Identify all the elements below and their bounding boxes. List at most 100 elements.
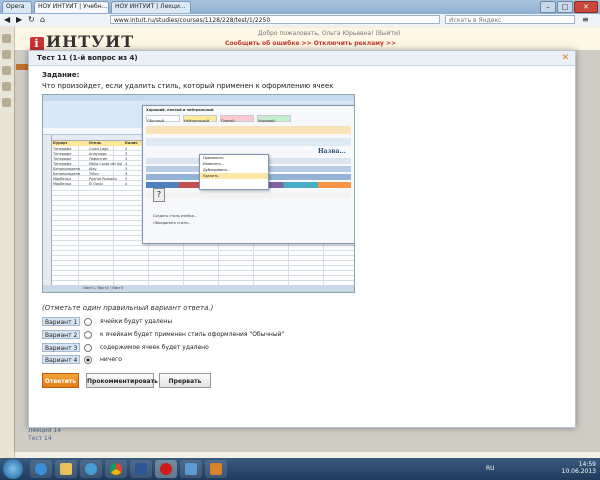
answer-badge: Вариант 4: [42, 355, 80, 364]
tab-label: Opera: [6, 3, 25, 10]
opera-icon: [160, 463, 172, 475]
excel-cell: 4: [125, 182, 128, 186]
swatch-label: Нейтральный: [184, 119, 210, 123]
excel-cell: Puente Romano: [89, 177, 117, 181]
excel-cell: Costa Lago: [89, 147, 109, 151]
style-swatch: Обычный: [146, 115, 180, 123]
panel-title: Хороший, плохой и нейтральный: [146, 108, 214, 112]
excel-cell: Бенальмадена: [53, 167, 81, 171]
excel-cell: 5: [125, 177, 128, 181]
excel-header-cell: Курорт: [53, 141, 68, 145]
number-format-row: [146, 192, 351, 198]
answer-option-2[interactable]: Вариант 2 к ячейкам будет применен стиль …: [42, 330, 284, 339]
close-icon[interactable]: ✕: [561, 53, 569, 63]
swatch-label: Хороший: [258, 119, 275, 123]
comment-button[interactable]: Прокомментировать: [86, 373, 158, 388]
excel-cell: Triton: [89, 172, 99, 176]
taskbar: RU 14:59 10.06.2013: [0, 458, 600, 480]
excel-cell: 3: [125, 152, 128, 156]
answer-badge: Вариант 2: [42, 330, 80, 339]
notes-icon[interactable]: [2, 66, 11, 75]
submit-button[interactable]: Ответить: [42, 373, 79, 388]
language-indicator[interactable]: RU: [486, 465, 495, 472]
url-input[interactable]: www.intuit.ru/studies/courses/1128/228/t…: [110, 15, 440, 24]
excel-cell: Марбелья: [53, 177, 72, 181]
logo-text: ИНТУИТ: [46, 32, 135, 51]
answer-badge: Вариант 1: [42, 317, 80, 326]
answer-option-3[interactable]: Вариант 3 содержимое ячеек будет удалено: [42, 343, 209, 352]
home-icon[interactable]: ⌂: [40, 15, 45, 24]
style-context-menu: Применить Изменить... Дублировать... Уда…: [199, 154, 269, 190]
excel-cell: Meliá Costa del Sol: [89, 162, 123, 166]
dialog-title: Тест 11 (1-й вопрос из 4): [37, 54, 138, 62]
swatch-label: Обычный: [147, 119, 165, 123]
tab-intuit-lecture[interactable]: НОУ ИНТУИТ | Лекци...: [111, 1, 191, 13]
taskbar-media[interactable]: [80, 460, 102, 478]
answer-radio[interactable]: [84, 330, 92, 339]
swatch-row: [146, 126, 351, 134]
taskbar-opera[interactable]: [155, 460, 177, 478]
media-icon: [85, 463, 97, 475]
logo-icon: i: [30, 37, 44, 51]
downloads-icon[interactable]: [2, 82, 11, 91]
excel-row-header: [43, 135, 52, 285]
browser-sidebar: [0, 26, 15, 458]
answer-option-1[interactable]: Вариант 1 ячейки будут удалены: [42, 317, 172, 326]
clock-time: 14:59: [578, 461, 596, 468]
start-button[interactable]: [3, 459, 23, 479]
chrome-icon: [110, 463, 122, 475]
bg-link-lecture[interactable]: Лекция 14: [28, 427, 61, 434]
tab-intuit-test[interactable]: НОУ ИНТУИТ | Учебн...: [34, 1, 109, 13]
taskbar-paint[interactable]: [205, 460, 227, 478]
excel-cell: Тенерифе: [53, 157, 72, 161]
close-window-button[interactable]: ✕: [574, 1, 598, 13]
create-style-link: Создать стиль ячейки...: [153, 214, 198, 218]
style-swatch: Хороший: [257, 115, 291, 123]
folder-icon: [60, 463, 72, 475]
excel-cell: El Oasis: [89, 182, 103, 186]
style-swatch: Плохой: [220, 115, 254, 123]
answer-radio[interactable]: [84, 355, 92, 364]
report-links[interactable]: Сообщить об ошибке >> Отключить рекламу …: [225, 40, 396, 47]
clock[interactable]: 14:59 10.06.2013: [562, 461, 596, 475]
site-logo[interactable]: i ИНТУИТ: [30, 32, 134, 51]
taskbar-ie[interactable]: [30, 460, 52, 478]
answer-radio[interactable]: [84, 343, 92, 352]
answer-text: к ячейкам будет применен стиль оформлени…: [100, 331, 285, 338]
paint-icon: [210, 463, 222, 475]
minimize-button[interactable]: –: [540, 1, 556, 13]
taskbar-chrome[interactable]: [105, 460, 127, 478]
taskbar-word[interactable]: [130, 460, 152, 478]
excel-header-cell: Отель: [89, 141, 102, 145]
window-controls: – □ ✕: [539, 1, 598, 13]
taskbar-app[interactable]: [180, 460, 202, 478]
greeting-text: Добро пожаловать, Ольга Юрьевна! (Выйти): [258, 30, 401, 37]
bg-link-test[interactable]: Тест 14: [28, 435, 52, 442]
excel-cell: 4: [125, 172, 128, 176]
search-input[interactable]: Искать в Яндекс: [445, 15, 575, 24]
answer-option-4[interactable]: Вариант 4 ничего: [42, 355, 122, 364]
reload-icon[interactable]: ↻: [28, 15, 35, 24]
excel-cell: Anaynaga: [89, 152, 107, 156]
excel-cell: 3: [125, 167, 128, 171]
excel-cell: Ламантин: [89, 157, 108, 161]
question-text: Что произойдет, если удалить стиль, кото…: [42, 82, 334, 90]
menu-icon[interactable]: ≡: [582, 15, 589, 24]
tab-opera[interactable]: Opera: [2, 1, 32, 13]
sheet-tabs: Лист1 / Лист2 / Лист3: [83, 286, 124, 290]
forward-icon[interactable]: ▶: [16, 15, 22, 24]
question-mark-icon: ?: [153, 188, 165, 202]
excel-cell: 5: [125, 147, 128, 151]
swatch-label: Плохой: [221, 119, 235, 123]
history-icon[interactable]: [2, 98, 11, 107]
excel-cell: 3: [125, 157, 128, 161]
abort-button[interactable]: Прервать: [159, 373, 211, 388]
tab-label: НОУ ИНТУИТ | Учебн...: [38, 3, 108, 10]
answer-radio[interactable]: [84, 317, 92, 326]
taskbar-explorer[interactable]: [55, 460, 77, 478]
excel-ribbon-tabs: [43, 95, 354, 101]
maximize-button[interactable]: □: [557, 1, 573, 13]
mail-icon[interactable]: [2, 50, 11, 59]
bookmarks-icon[interactable]: [2, 34, 11, 43]
back-icon[interactable]: ◀: [4, 15, 10, 24]
